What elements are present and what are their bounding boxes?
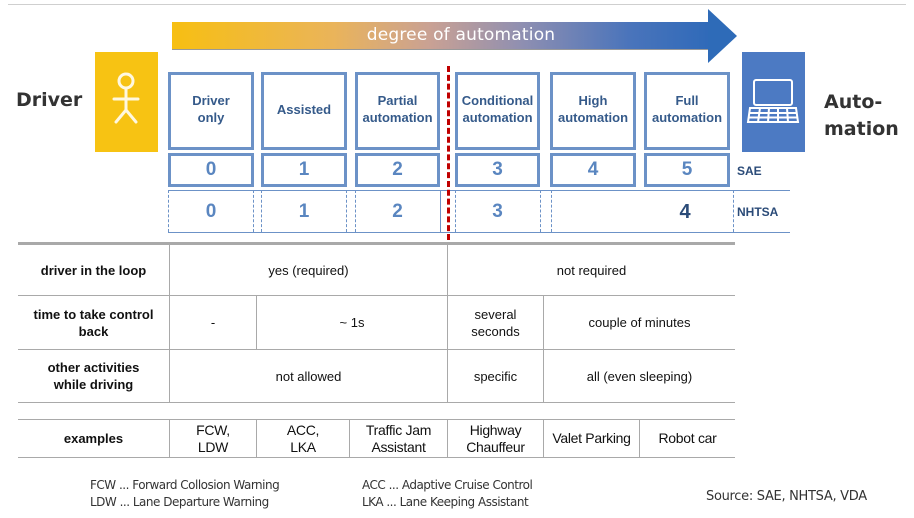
- nhtsa-divider: [733, 190, 734, 232]
- example-text: LDW: [197, 438, 229, 455]
- automation-title: Auto- mation: [824, 89, 899, 143]
- source-note: Source: SAE, NHTSA, VDA: [706, 489, 867, 504]
- level-name: only: [197, 110, 225, 125]
- abbreviation-legend-1: FCW ... Forward Collosion Warning LDW ..…: [90, 477, 280, 511]
- level-name: Partial: [377, 93, 418, 108]
- legend-item: FCW ... Forward Collosion Warning: [90, 478, 280, 492]
- level-box-assisted: Assisted: [261, 72, 347, 150]
- level-box-partial: Partial automation: [355, 72, 440, 150]
- level-box-high: High automation: [550, 72, 636, 150]
- driver-tile: [95, 52, 158, 152]
- example-text: ACC,: [286, 421, 320, 438]
- table-cell: not required: [556, 262, 627, 278]
- table-rule: [18, 402, 735, 403]
- row-header-driver-in-loop: driver in the loop: [40, 262, 147, 278]
- nhtsa-level-1: 1: [298, 201, 310, 222]
- level-name: Full: [675, 93, 699, 108]
- example-text: Valet Parking: [552, 430, 631, 446]
- nhtsa-bottom-line: [168, 232, 790, 233]
- laptop-icon: [746, 79, 800, 123]
- nhtsa-level-0: 0: [205, 201, 217, 222]
- level-name: High: [578, 93, 608, 108]
- row-header-time-to-take-control: time to take control back: [33, 306, 154, 339]
- level-name: automation: [651, 110, 723, 125]
- driver-title: Driver: [16, 89, 83, 111]
- table-cell: yes (required): [268, 262, 349, 278]
- table-cell: ~ 1s: [339, 315, 365, 330]
- level-name: Assisted: [276, 102, 332, 117]
- nhtsa-level-2: 2: [392, 201, 403, 222]
- sae-level-0: 0: [168, 153, 254, 187]
- example-cell: FCW, LDW: [170, 420, 256, 457]
- responsibility-divider: [447, 66, 450, 240]
- table-cell: -: [210, 315, 216, 330]
- table-rule: [18, 457, 735, 458]
- nhtsa-label: NHTSA: [737, 205, 779, 219]
- table-cell: not allowed: [275, 368, 342, 384]
- example-text: LKA: [290, 438, 316, 455]
- sae-level-3: 3: [455, 153, 540, 187]
- example-cell: Robot car: [640, 420, 735, 457]
- level-name: automation: [557, 110, 629, 125]
- sae-level-4: 4: [550, 153, 636, 187]
- level-name: automation: [462, 110, 533, 125]
- sae-label: SAE: [737, 164, 762, 178]
- row-header-examples: examples: [63, 431, 124, 446]
- arrow-head-icon: [708, 9, 737, 63]
- sae-level-1: 1: [261, 153, 347, 187]
- level-name: Driver: [192, 93, 230, 108]
- sae-level-2: 2: [355, 153, 440, 187]
- table-cell: all (even sleeping): [586, 368, 693, 384]
- level-box-driver-only: Driver only: [168, 72, 254, 150]
- arrow-label: degree of automation: [366, 25, 556, 45]
- legend-item: ACC ... Adaptive Cruise Control: [362, 478, 533, 492]
- example-text: Assistant: [371, 438, 426, 455]
- nhtsa-divider: [551, 190, 552, 232]
- level-name: automation: [362, 110, 433, 125]
- example-text: FCW,: [196, 421, 230, 438]
- automation-tile: [742, 52, 805, 152]
- example-text: Robot car: [658, 430, 717, 446]
- example-cell: Traffic Jam Assistant: [350, 420, 447, 457]
- example-cell: Valet Parking: [544, 420, 639, 457]
- sae-level-5: 5: [644, 153, 730, 187]
- automation-title-line1: Auto-: [824, 91, 883, 113]
- abbreviation-legend-2: ACC ... Adaptive Cruise Control LKA ... …: [362, 477, 533, 511]
- level-name: Conditional: [461, 93, 534, 108]
- example-text: Chauffeur: [466, 438, 525, 455]
- stick-figure-icon: [112, 72, 140, 124]
- automation-title-line2: mation: [824, 118, 899, 140]
- top-rule: [8, 4, 906, 5]
- level-box-conditional: Conditional automation: [455, 72, 540, 150]
- legend-item: LKA ... Lane Keeping Assistant: [362, 495, 529, 509]
- table-cell: several seconds: [471, 306, 520, 339]
- example-cell: ACC, LKA: [257, 420, 349, 457]
- table-cell: couple of minutes: [588, 315, 691, 330]
- table-cell: specific: [473, 368, 518, 384]
- nhtsa-level-4: 4: [679, 200, 691, 223]
- nhtsa-divider: [440, 190, 441, 232]
- example-cell: Highway Chauffeur: [448, 420, 543, 457]
- example-text: Traffic Jam: [365, 421, 432, 438]
- example-text: Highway: [469, 421, 522, 438]
- nhtsa-level-3: 3: [492, 201, 503, 222]
- nhtsa-divider: [540, 190, 541, 232]
- legend-item: LDW ... Lane Departure Warning: [90, 495, 269, 509]
- row-header-other-activities: other activities while driving: [47, 360, 140, 392]
- level-box-full: Full automation: [644, 72, 730, 150]
